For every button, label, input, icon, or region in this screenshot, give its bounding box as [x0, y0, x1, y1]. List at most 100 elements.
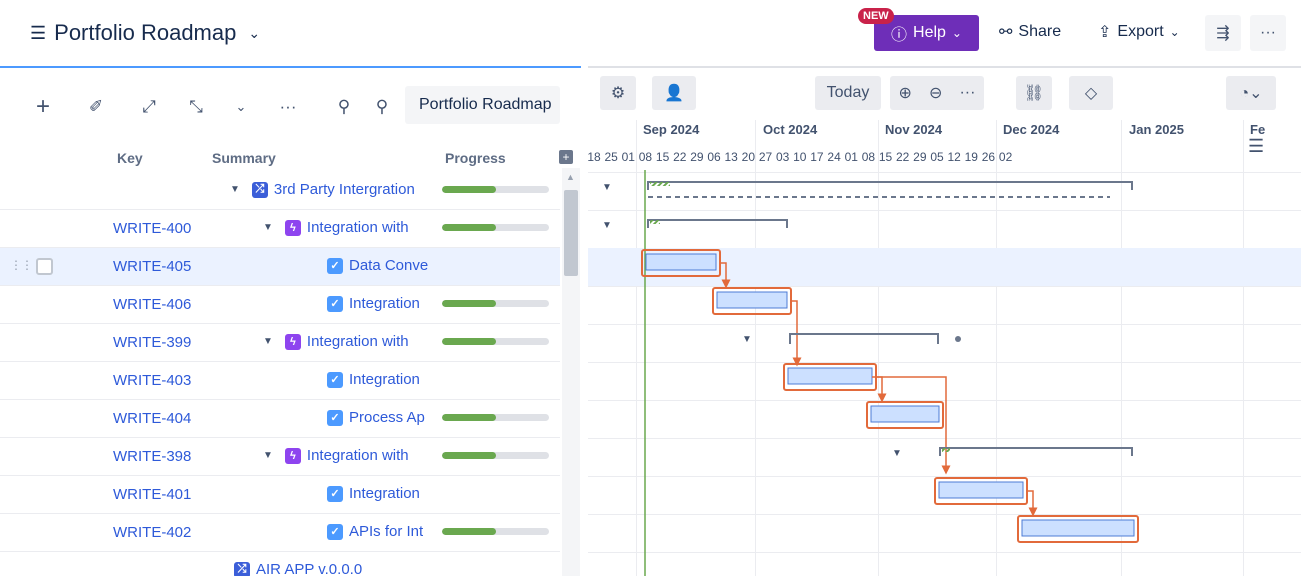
issue-key[interactable]: WRITE-401 [113, 486, 191, 503]
task-bar[interactable] [787, 367, 873, 385]
today-button[interactable]: Today [815, 76, 881, 110]
task-icon: ✓ [327, 371, 343, 388]
pin-button[interactable]: ✐ [80, 91, 112, 123]
issue-key[interactable]: WRITE-406 [113, 296, 191, 313]
add-column-button[interactable]: + [559, 150, 573, 164]
day-label: 17 [810, 150, 824, 164]
task-bar[interactable] [716, 291, 788, 309]
progress-bar [442, 414, 549, 421]
export-button[interactable]: ⇪ Export ⌄ [1098, 22, 1180, 42]
page-title[interactable]: ☰ Portfolio Roadmap ⌄ [30, 20, 260, 46]
summary-text: Integration [349, 371, 420, 388]
expand-icon: ⤢ [142, 97, 156, 116]
roadmap-name-field[interactable]: Portfolio Roadmap [405, 86, 560, 124]
summary-cell[interactable]: ✓ Integration [327, 295, 420, 312]
zoom-out-icon[interactable]: ⊖ [929, 83, 942, 103]
summary-cell[interactable]: ✓ Data Conve [327, 257, 428, 274]
epic-bar[interactable] [789, 333, 939, 344]
task-bar[interactable] [645, 253, 717, 271]
summary-cell[interactable]: ⤮ AIR APP v.0.0.0 [234, 561, 362, 576]
issue-key[interactable]: WRITE-404 [113, 410, 191, 427]
expand-arrow-icon[interactable]: ▼ [263, 450, 273, 461]
table-row[interactable]: WRITE-406 ✓ Integration [0, 286, 560, 324]
day-label: 25 [604, 150, 618, 164]
epic-bar[interactable] [647, 219, 788, 228]
collapse-menu-button[interactable]: ⌄ [225, 91, 257, 123]
table-row[interactable]: WRITE-401 ✓ Integration [0, 476, 560, 514]
column-key[interactable]: Key [117, 150, 143, 166]
summary-text: APIs for Int [349, 523, 424, 540]
summary-cell[interactable]: ✓ Integration [327, 371, 420, 388]
issue-key[interactable]: WRITE-398 [113, 448, 191, 465]
drag-handle-icon[interactable]: ⋮⋮ [10, 258, 33, 272]
task-bar[interactable] [938, 481, 1024, 499]
table-row[interactable]: WRITE-400 ▼ ϟ Integration with [0, 210, 560, 248]
collapse-button[interactable]: ⤡ [180, 91, 212, 123]
summary-text: Data Conve [349, 257, 428, 274]
settings-button[interactable]: ⚙ [600, 76, 636, 110]
more-button[interactable]: ··· [1250, 15, 1286, 51]
list-toggle-icon[interactable]: ☰ [1248, 136, 1264, 157]
issue-key[interactable]: WRITE-399 [113, 334, 191, 351]
resource-button[interactable]: 👤 [652, 76, 696, 110]
table-row[interactable]: WRITE-402 ✓ APIs for Int [0, 514, 560, 552]
summary-cell[interactable]: ✓ Process Ap [327, 409, 425, 426]
task-bar[interactable] [870, 405, 940, 423]
filter-button[interactable]: ⚲ [366, 91, 398, 123]
progress-hatch [650, 220, 660, 224]
day-label: 10 [793, 150, 807, 164]
view-options-button[interactable]: ⇶ [1205, 15, 1241, 51]
share-button[interactable]: ⚯ Share [999, 22, 1061, 42]
shuffle-icon: ⤮ [251, 181, 268, 198]
user-list-icon: 👤 [664, 85, 684, 102]
chevron-down-icon: ⌄ [235, 99, 247, 114]
more-icon[interactable]: ··· [959, 84, 975, 102]
table-row[interactable]: ▼ ⤮ 3rd Party Intergration [0, 172, 560, 210]
summary-cell[interactable]: ✓ APIs for Int [327, 523, 423, 540]
progress-fill [442, 186, 496, 193]
expand-button[interactable]: ⤢ [133, 91, 165, 123]
milestone-dot[interactable] [955, 336, 961, 342]
row-checkbox[interactable] [36, 258, 53, 275]
summary-cell[interactable]: ▼ ϟ Integration with [263, 219, 409, 236]
collapse-arrow-icon[interactable]: ▼ [602, 220, 612, 231]
collapse-arrow-icon[interactable]: ▼ [742, 334, 752, 345]
table-row[interactable]: WRITE-404 ✓ Process Ap [0, 400, 560, 438]
vertical-scrollbar[interactable]: ▲ [562, 168, 580, 576]
month-label: Fe [1250, 122, 1266, 137]
view-settings-button[interactable]: ◔⌄ [1226, 76, 1276, 110]
expand-arrow-icon[interactable]: ▼ [263, 222, 273, 233]
summary-cell[interactable]: ▼ ϟ Integration with [263, 333, 409, 350]
collapse-arrow-icon[interactable]: ▼ [892, 448, 902, 459]
table-row[interactable]: ⤮ AIR APP v.0.0.0 [0, 552, 560, 576]
column-progress[interactable]: Progress [445, 150, 506, 166]
issue-key[interactable]: WRITE-405 [113, 258, 191, 275]
link-button[interactable]: ⛓ [1016, 76, 1052, 110]
table-row[interactable]: WRITE-398 ▼ ϟ Integration with [0, 438, 560, 476]
summary-cell[interactable]: ✓ Integration [327, 485, 420, 502]
search-button[interactable]: ⚲ [328, 91, 360, 123]
expand-arrow-icon[interactable]: ▼ [263, 336, 273, 347]
epic-bar[interactable] [939, 447, 1133, 456]
expand-arrow-icon[interactable]: ▼ [230, 184, 240, 195]
table-row[interactable]: ⋮⋮ WRITE-405 ✓ Data Conve [0, 248, 560, 286]
table-row[interactable]: WRITE-403 ✓ Integration [0, 362, 560, 400]
task-icon: ✓ [327, 409, 343, 426]
issue-key[interactable]: WRITE-400 [113, 220, 191, 237]
collapse-arrow-icon[interactable]: ▼ [602, 182, 612, 193]
summary-cell[interactable]: ▼ ⤮ 3rd Party Intergration [230, 181, 415, 198]
column-summary[interactable]: Summary [212, 150, 276, 166]
summary-cell[interactable]: ▼ ϟ Integration with [263, 447, 409, 464]
issue-key[interactable]: WRITE-403 [113, 372, 191, 389]
zoom-in-icon[interactable]: ⊕ [899, 83, 912, 103]
more-button[interactable]: ··· [272, 91, 304, 123]
day-label: 05 [930, 150, 944, 164]
milestone-button[interactable]: ◇ [1069, 76, 1113, 110]
program-bar[interactable] [647, 181, 1133, 190]
add-button[interactable]: + [27, 91, 59, 123]
table-row[interactable]: WRITE-399 ▼ ϟ Integration with [0, 324, 560, 362]
scrollbar-thumb[interactable] [564, 190, 578, 276]
issue-key[interactable]: WRITE-402 [113, 524, 191, 541]
task-bar[interactable] [1021, 519, 1135, 537]
scroll-up-icon: ▲ [566, 172, 575, 182]
